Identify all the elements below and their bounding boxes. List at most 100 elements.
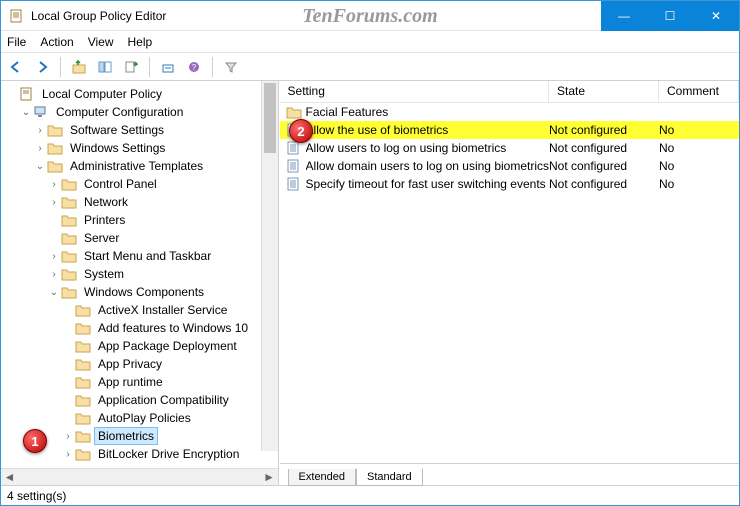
chevron-down-icon[interactable]: ⌄: [19, 107, 33, 118]
menu-help[interactable]: Help: [128, 35, 153, 49]
chevron-right-icon[interactable]: ›: [47, 251, 61, 262]
policy-root-icon: [19, 87, 35, 101]
folder-icon: [47, 141, 63, 155]
tree-label: App Package Deployment: [95, 338, 240, 354]
minimize-button[interactable]: —: [601, 1, 647, 31]
tree-cp[interactable]: ›Control Panel: [3, 175, 278, 193]
row-setting: Specify timeout for fast user switching …: [306, 177, 549, 191]
chevron-right-icon[interactable]: ›: [33, 143, 47, 154]
toolbar-sep3: [212, 57, 213, 77]
tree-label: AutoPlay Policies: [95, 410, 194, 426]
tree-label: Windows Settings: [67, 140, 168, 156]
list-item[interactable]: Allow users to log on using biometricsNo…: [280, 139, 739, 157]
tree-art[interactable]: App runtime: [3, 373, 278, 391]
up-button[interactable]: [68, 56, 90, 78]
tab-extended[interactable]: Extended: [288, 469, 356, 486]
tree-root[interactable]: Local Computer Policy: [3, 85, 278, 103]
chevron-down-icon[interactable]: ⌄: [33, 161, 47, 172]
tree-label: System: [81, 266, 127, 282]
col-state[interactable]: State: [549, 81, 659, 102]
tree-sys[interactable]: › System: [3, 265, 278, 283]
back-button[interactable]: [5, 56, 27, 78]
list-item[interactable]: Allow the use of biometricsNot configure…: [280, 121, 739, 139]
window-title: Local Group Policy Editor: [31, 9, 166, 23]
scroll-right-icon[interactable]: ►: [261, 469, 278, 485]
policy-icon: [286, 159, 302, 173]
row-state: Not configured: [549, 177, 659, 191]
folder-icon: [75, 411, 91, 425]
tree-label: Software Settings: [67, 122, 167, 138]
tree-ax[interactable]: ActiveX Installer Service: [3, 301, 278, 319]
app-icon: [9, 8, 25, 24]
tree-ac[interactable]: Application Compatibility: [3, 391, 278, 409]
col-comment[interactable]: Comment: [659, 81, 739, 102]
view-tabs: Extended Standard: [280, 463, 739, 485]
folder-icon: [75, 393, 91, 407]
refresh-button[interactable]: [157, 56, 179, 78]
tree-at[interactable]: ⌄ Administrative Templates: [3, 157, 278, 175]
row-comment: No: [659, 177, 739, 191]
tree[interactable]: Local Computer Policy ⌄Computer Configur…: [1, 81, 278, 468]
row-comment: No: [659, 141, 739, 155]
tree-wc[interactable]: ⌄Windows Components: [3, 283, 278, 301]
tree-afw[interactable]: Add features to Windows 10: [3, 319, 278, 337]
menubar: File Action View Help: [1, 31, 739, 53]
menu-file[interactable]: File: [7, 35, 26, 49]
chevron-right-icon[interactable]: ›: [61, 449, 75, 460]
tree-label: Application Compatibility: [95, 392, 232, 408]
tree-apl[interactable]: AutoPlay Policies: [3, 409, 278, 427]
tree-sv[interactable]: Server: [3, 229, 278, 247]
window-buttons: — ☐ ✕: [601, 1, 739, 31]
menu-view[interactable]: View: [88, 35, 114, 49]
row-setting: Allow users to log on using biometrics: [306, 141, 549, 155]
list-item[interactable]: Allow domain users to log on using biome…: [280, 157, 739, 175]
chevron-down-icon[interactable]: ⌄: [47, 287, 61, 298]
export-button[interactable]: [120, 56, 142, 78]
tree-label: Printers: [81, 212, 128, 228]
list-item[interactable]: Facial Features: [280, 103, 739, 121]
folder-icon: [75, 339, 91, 353]
row-comment: No: [659, 123, 739, 137]
help-button[interactable]: ?: [183, 56, 205, 78]
tree-label: Start Menu and Taskbar: [81, 248, 214, 264]
show-hide-tree-button[interactable]: [94, 56, 116, 78]
maximize-button[interactable]: ☐: [647, 1, 693, 31]
row-setting: Allow the use of biometrics: [306, 123, 549, 137]
chevron-right-icon[interactable]: ›: [47, 269, 61, 280]
folder-icon: [61, 195, 77, 209]
tree-ss[interactable]: › Software Settings: [3, 121, 278, 139]
tree-apv[interactable]: App Privacy: [3, 355, 278, 373]
scrollbar-thumb[interactable]: [264, 83, 276, 153]
tree-label: Administrative Templates: [67, 158, 206, 174]
list-item[interactable]: Specify timeout for fast user switching …: [280, 175, 739, 193]
forward-button[interactable]: [31, 56, 53, 78]
policy-list[interactable]: Facial Features Allow the use of biometri…: [280, 103, 739, 463]
policy-icon: [286, 177, 302, 191]
col-setting[interactable]: Setting: [280, 81, 549, 102]
tree-cc[interactable]: ⌄Computer Configuration: [3, 103, 278, 121]
titlebar: Local Group Policy Editor TenForums.com …: [1, 1, 739, 31]
tree-label: BitLocker Drive Encryption: [95, 446, 242, 462]
chevron-right-icon[interactable]: ›: [47, 179, 61, 190]
chevron-right-icon[interactable]: ›: [33, 125, 47, 136]
tab-standard[interactable]: Standard: [356, 468, 423, 486]
close-button[interactable]: ✕: [693, 1, 739, 31]
row-state: Not configured: [549, 141, 659, 155]
tree-vscrollbar[interactable]: [261, 81, 278, 451]
menu-action[interactable]: Action: [40, 35, 73, 49]
tree-pr[interactable]: Printers: [3, 211, 278, 229]
folder-icon: [75, 429, 91, 443]
tree-nw[interactable]: ›Network: [3, 193, 278, 211]
chevron-right-icon[interactable]: ›: [61, 431, 75, 442]
tree-hscrollbar[interactable]: ◄►: [1, 468, 278, 485]
main: Local Computer Policy ⌄Computer Configur…: [1, 81, 739, 485]
folder-icon: [61, 177, 77, 191]
tree-apd[interactable]: App Package Deployment: [3, 337, 278, 355]
scroll-left-icon[interactable]: ◄: [1, 469, 18, 485]
tree-smt[interactable]: › Start Menu and Taskbar: [3, 247, 278, 265]
filter-button[interactable]: [220, 56, 242, 78]
tree-ws[interactable]: › Windows Settings: [3, 139, 278, 157]
tree-label: Add features to Windows 10: [95, 320, 251, 336]
chevron-right-icon[interactable]: ›: [47, 197, 61, 208]
callout-1: 1: [23, 429, 47, 453]
